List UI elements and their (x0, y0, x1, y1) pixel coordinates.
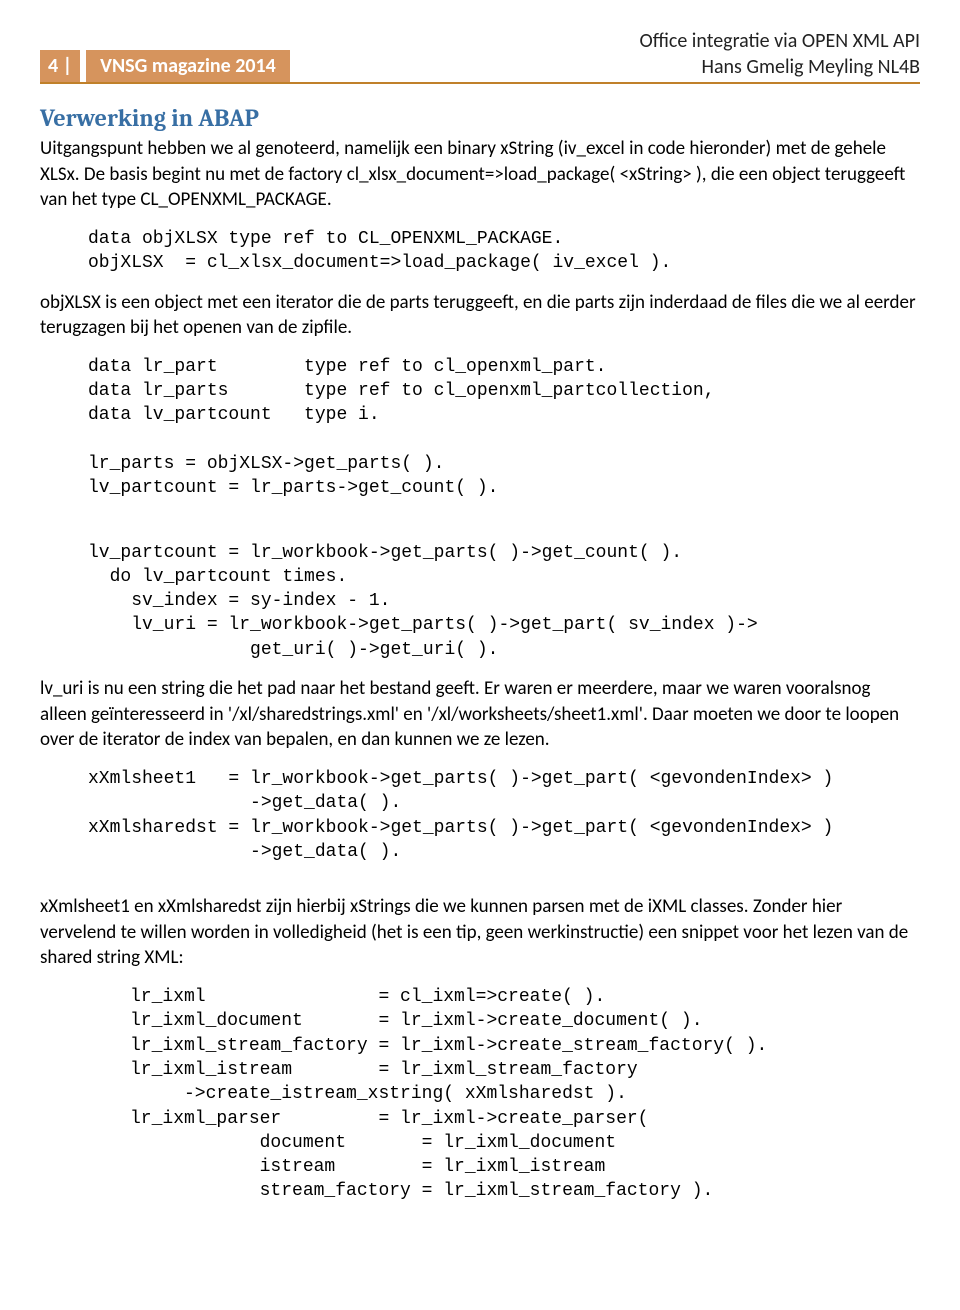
code-block-3: lv_partcount = lr_workbook->get_parts( )… (88, 541, 920, 662)
paragraph-3: lv_uri is nu een string die het pad naar… (40, 676, 920, 753)
code-block-1: data objXLSX type ref to CL_OPENXML_PACK… (88, 227, 920, 276)
section-heading: Verwerking in ABAP (40, 104, 920, 132)
paragraph-2: objXLSX is een object met een iterator d… (40, 290, 920, 341)
paragraph-1: Uitgangspunt hebben we al genoteerd, nam… (40, 136, 920, 213)
code-block-5: lr_ixml = cl_ixml=>create( ). lr_ixml_do… (130, 985, 920, 1204)
page-container: 4 | VNSG magazine 2014 Office integratie… (0, 0, 960, 1258)
code-block-2: data lr_part type ref to cl_openxml_part… (88, 355, 920, 501)
header-right-line1: Office integratie via OPEN XML API (639, 28, 920, 54)
page-header: 4 | VNSG magazine 2014 Office integratie… (40, 0, 920, 84)
paragraph-4: xXmlsheet1 en xXmlsharedst zijn hierbij … (40, 894, 920, 971)
header-right-line2: Hans Gmelig Meyling NL4B (639, 54, 920, 80)
code-block-4: xXmlsheet1 = lr_workbook->get_parts( )->… (88, 767, 920, 864)
header-right-block: Office integratie via OPEN XML API Hans … (639, 28, 920, 82)
page-number-box: 4 | (40, 50, 80, 82)
magazine-title-box: VNSG magazine 2014 (86, 50, 290, 82)
